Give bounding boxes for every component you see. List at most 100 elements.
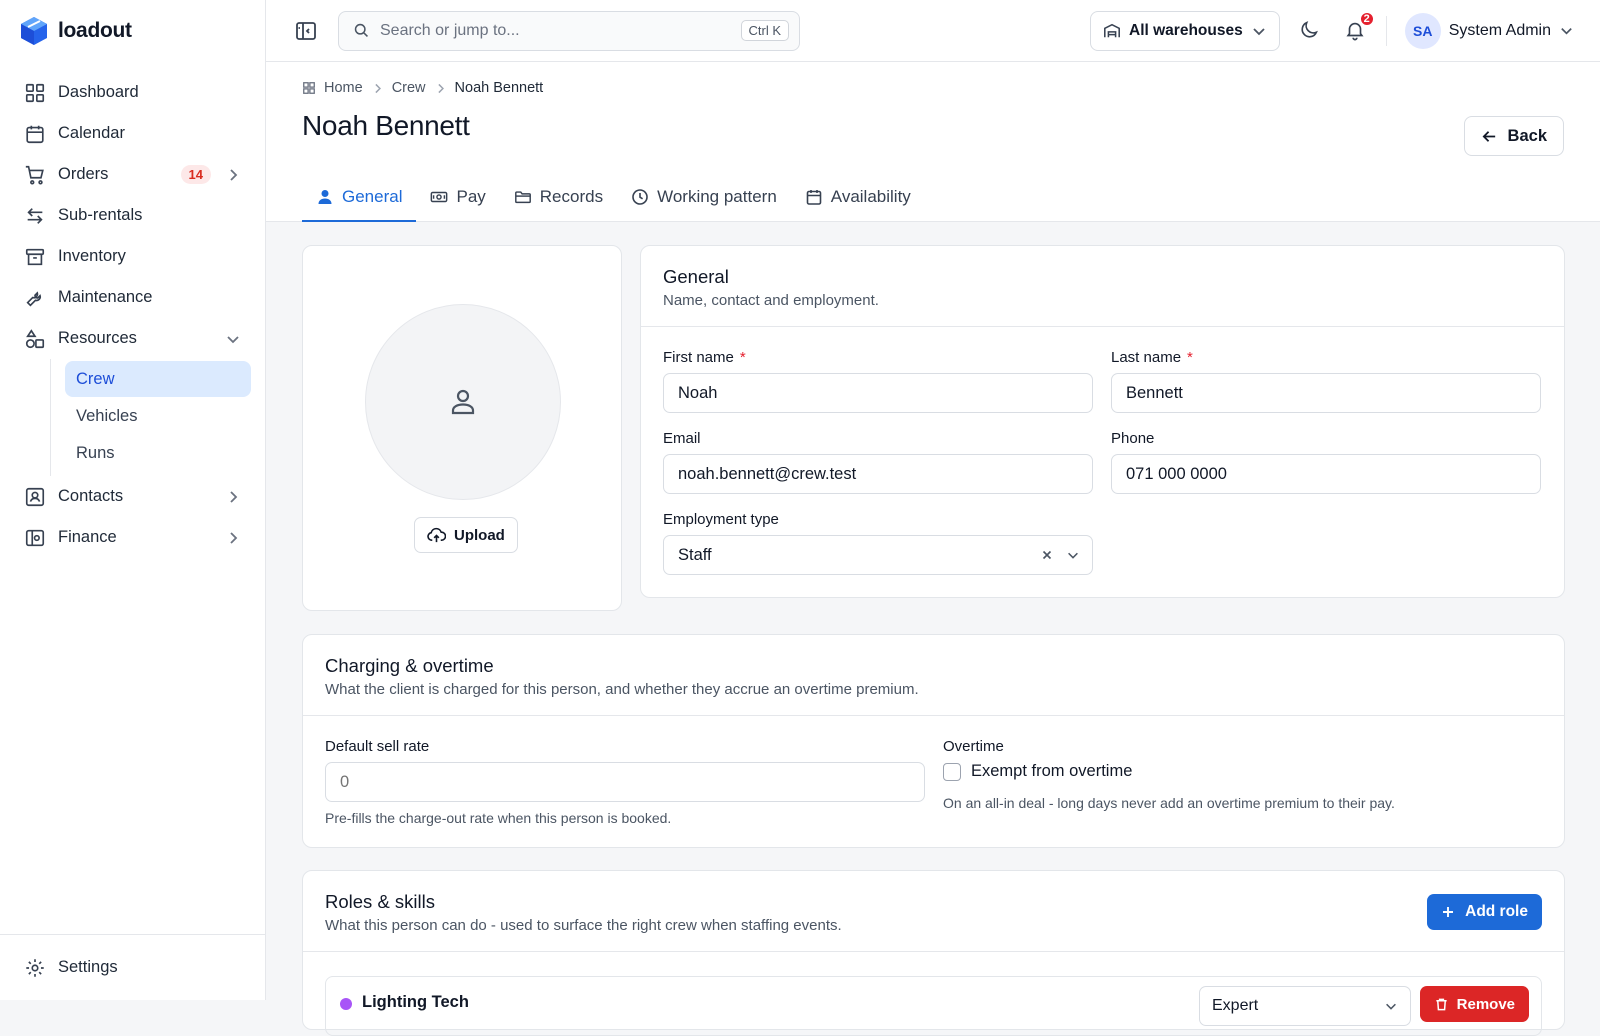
nav-label: Finance: [58, 528, 117, 546]
page-header: Home Crew Noah Bennett Noah Bennett Back…: [266, 62, 1600, 222]
avatar: SA: [1404, 12, 1441, 49]
breadcrumb: Home Crew Noah Bennett: [302, 80, 543, 96]
back-label: Back: [1507, 126, 1547, 145]
topbar: Ctrl K All warehouses 2 SA System Admin: [266, 0, 1600, 62]
nav-inventory[interactable]: Inventory: [14, 236, 251, 277]
dark-mode-icon[interactable]: [1298, 19, 1322, 43]
nav-sub-rentals[interactable]: Sub-rentals: [14, 195, 251, 236]
last-name-label: Last name *: [1111, 349, 1193, 366]
warehouse-icon: [1103, 22, 1121, 40]
first-name-input[interactable]: [663, 373, 1093, 413]
chevron-down-icon: [1559, 23, 1574, 38]
breadcrumb-home[interactable]: Home: [324, 80, 363, 96]
role-level-select[interactable]: Expert: [1199, 986, 1411, 1026]
employment-type-select[interactable]: Staff: [663, 535, 1093, 575]
required-marker: *: [1187, 349, 1193, 366]
contact-card-icon: [24, 486, 46, 508]
chevron-right-icon: [225, 530, 241, 546]
sidebar-toggle-icon[interactable]: [294, 19, 318, 43]
folder-icon: [514, 188, 532, 206]
subnav-runs[interactable]: Runs: [65, 435, 251, 471]
breadcrumb-current: Noah Bennett: [454, 80, 544, 96]
card-subtitle: What the client is charged for this pers…: [325, 681, 919, 698]
brand[interactable]: loadout: [0, 0, 265, 62]
nav-finance[interactable]: Finance: [14, 517, 251, 558]
chevron-right-icon: [225, 489, 241, 505]
search-shortcut: Ctrl K: [740, 20, 789, 41]
nav-dashboard[interactable]: Dashboard: [14, 72, 251, 113]
breadcrumb-crew[interactable]: Crew: [392, 80, 426, 96]
tab-pay[interactable]: Pay: [416, 174, 499, 222]
clear-icon[interactable]: [1040, 548, 1054, 562]
tab-records[interactable]: Records: [500, 174, 617, 222]
tab-label: Working pattern: [657, 187, 777, 206]
tab-bar: General Pay Records Working pattern Avai…: [302, 174, 925, 222]
search-box[interactable]: Ctrl K: [338, 10, 800, 51]
email-input[interactable]: [663, 454, 1093, 494]
user-menu[interactable]: SA System Admin: [1404, 12, 1574, 49]
card-title: Roles & skills: [325, 891, 435, 912]
exempt-overtime-label: Exempt from overtime: [971, 762, 1133, 780]
warehouse-select[interactable]: All warehouses: [1090, 10, 1280, 51]
sell-rate-input[interactable]: [325, 762, 925, 802]
nav-label: Orders: [58, 165, 109, 183]
nav-orders[interactable]: Orders 14: [14, 154, 251, 195]
remove-role-button[interactable]: Remove: [1419, 986, 1529, 1022]
nav-contacts[interactable]: Contacts: [14, 476, 251, 517]
nav-label: Calendar: [58, 124, 125, 142]
employment-type-value: Staff: [678, 545, 712, 564]
shapes-icon: [24, 328, 46, 350]
logo-icon: [20, 16, 48, 46]
bell-icon[interactable]: 2: [1344, 10, 1375, 43]
user-placeholder-icon: [448, 387, 478, 417]
subnav-crew[interactable]: Crew: [65, 361, 251, 397]
banknote-icon: [430, 188, 448, 206]
general-card-header: General Name, contact and employment.: [641, 246, 1564, 327]
card-title: General: [663, 266, 729, 287]
chevron-down-icon: [225, 331, 241, 347]
wallet-icon: [24, 527, 46, 549]
dashboard-icon: [24, 82, 46, 104]
search-input[interactable]: [380, 21, 741, 40]
archive-icon: [24, 246, 46, 268]
orders-count-badge: 14: [180, 165, 211, 184]
nav-label: Dashboard: [58, 83, 139, 101]
nav-resources[interactable]: Resources: [14, 318, 251, 359]
tab-label: Records: [539, 187, 604, 206]
add-role-button[interactable]: Add role: [1427, 894, 1542, 930]
card-title: Charging & overtime: [325, 655, 494, 676]
remove-label: Remove: [1456, 995, 1515, 1013]
sidebar: loadout Dashboard Calendar Orders 14 Sub…: [0, 0, 266, 1000]
back-button[interactable]: Back: [1463, 116, 1564, 156]
nav-maintenance[interactable]: Maintenance: [14, 277, 251, 318]
role-name: Lighting Tech: [362, 993, 469, 1011]
subnav-vehicles[interactable]: Vehicles: [65, 398, 251, 434]
swap-arrows-icon: [24, 205, 46, 227]
nav-label: Resources: [58, 329, 137, 347]
upload-button[interactable]: Upload: [414, 517, 518, 553]
exempt-overtime-checkbox[interactable]: Exempt from overtime: [943, 762, 1132, 781]
gear-icon: [24, 957, 46, 979]
resources-subnav: Crew Vehicles Runs: [50, 359, 251, 476]
nav-label: Settings: [58, 958, 118, 976]
topbar-actions: All warehouses 2 SA System Admin: [1090, 10, 1600, 51]
tab-general[interactable]: General: [302, 174, 417, 222]
phone-label: Phone: [1111, 430, 1155, 447]
checkbox-box[interactable]: [943, 762, 961, 781]
tab-working-pattern[interactable]: Working pattern: [617, 174, 791, 222]
nav-settings[interactable]: Settings: [14, 947, 251, 988]
avatar-placeholder[interactable]: [365, 304, 561, 500]
user-icon: [316, 188, 334, 206]
general-card: General Name, contact and employment. Fi…: [640, 245, 1565, 598]
roles-card-header: Roles & skills What this person can do -…: [303, 871, 1564, 952]
calendar-icon: [805, 188, 823, 206]
nav-calendar[interactable]: Calendar: [14, 113, 251, 154]
tab-availability[interactable]: Availability: [791, 174, 925, 222]
chevron-right-icon: [371, 82, 384, 95]
trash-icon: [1434, 997, 1449, 1012]
phone-input[interactable]: [1111, 454, 1541, 494]
required-marker: *: [739, 349, 746, 366]
last-name-input[interactable]: [1111, 373, 1541, 413]
role-row: Lighting Tech Expert Remove: [325, 976, 1542, 1036]
first-name-label: First name *: [663, 349, 746, 366]
